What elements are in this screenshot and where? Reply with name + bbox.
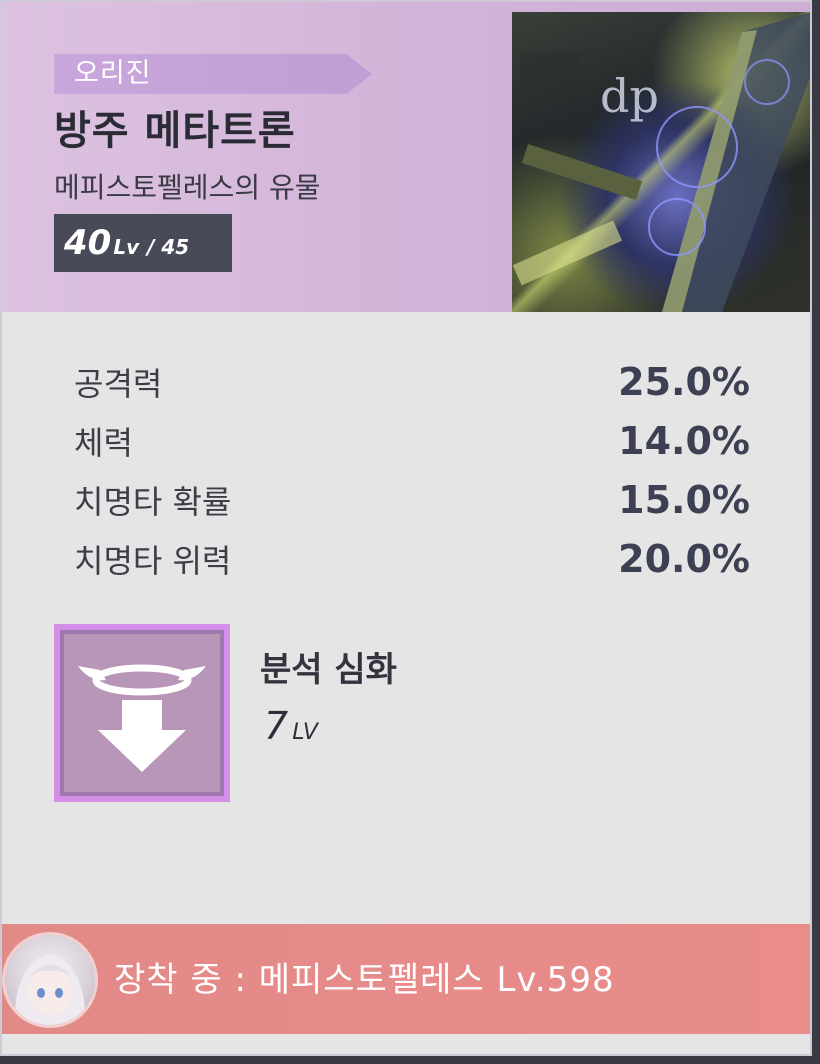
item-set-name: 메피스토펠레스의 유물 [54, 171, 321, 204]
stat-name: 체력 [74, 423, 133, 462]
svg-text:dp: dp [600, 69, 659, 123]
skill-name: 분석 심화 [260, 650, 397, 690]
skill-level-number: 7 [264, 704, 289, 748]
down-arrow-halo-icon [78, 664, 206, 772]
stat-name: 치명타 확률 [74, 482, 232, 521]
character-avatar[interactable] [2, 932, 98, 1028]
stat-name: 치명타 위력 [74, 541, 232, 580]
item-level-unit: Lv [113, 235, 140, 259]
stat-row: 공격력 25.0% [74, 352, 750, 411]
item-level-badge: 40 Lv / 45 [54, 214, 232, 272]
stat-name: 공격력 [74, 364, 163, 403]
stat-row: 치명타 위력 20.0% [74, 529, 750, 588]
stat-value: 20.0% [618, 536, 750, 581]
skill-icon[interactable] [54, 624, 230, 802]
item-level-max: / 45 [147, 235, 190, 259]
item-artwork-illustration: dp [512, 12, 810, 312]
stats-list: 공격력 25.0% 체력 14.0% 치명타 확률 15.0% 치명타 위력 2… [74, 352, 750, 588]
skill-level: 7 LV [264, 704, 318, 748]
stat-value: 14.0% [618, 418, 750, 463]
stat-row: 체력 14.0% [74, 411, 750, 470]
skill-level-unit: LV [292, 720, 318, 745]
grade-label: 오리진 [74, 58, 152, 89]
item-header: 오리진 방주 메타트론 메피스토펠레스의 유물 40 Lv / 45 dp [2, 2, 810, 312]
item-artwork: dp [512, 12, 810, 312]
item-level-current: 40 [64, 223, 112, 263]
stat-value: 15.0% [618, 477, 750, 522]
equipped-text: 장착 중 : 메피스토펠레스 Lv.598 [114, 960, 615, 1000]
item-name: 방주 메타트론 [54, 108, 296, 154]
stat-row: 치명타 확률 15.0% [74, 470, 750, 529]
stat-value: 25.0% [618, 359, 750, 404]
character-portrait-icon [14, 953, 86, 1025]
item-detail-card: 오리진 방주 메타트론 메피스토펠레스의 유물 40 Lv / 45 dp 공격… [0, 0, 812, 1056]
